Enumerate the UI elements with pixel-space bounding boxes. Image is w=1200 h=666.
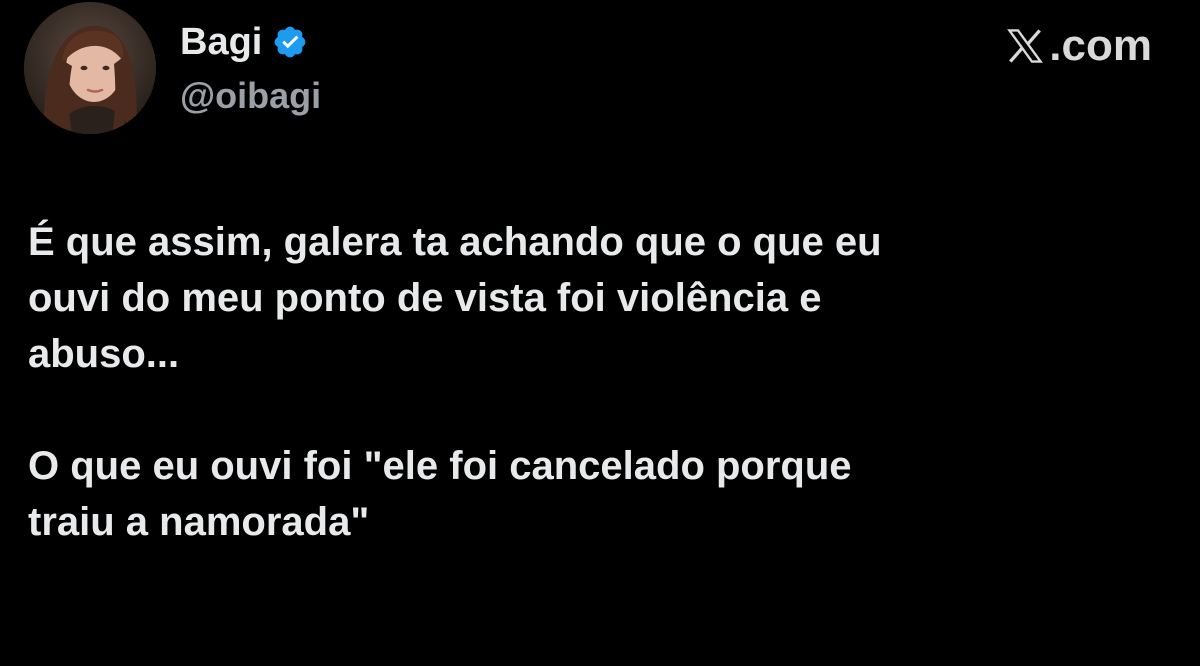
- author-name-row: Bagi: [180, 18, 308, 66]
- tweet-text: É que assim, galera ta achando que o que…: [28, 214, 1168, 550]
- watermark-domain-text: .com: [1049, 21, 1152, 70]
- verified-badge-icon: [272, 24, 308, 60]
- tweet-paragraph: É que assim, galera ta achando que o que…: [28, 220, 882, 376]
- user-handle[interactable]: @oibagi: [180, 74, 321, 118]
- profile-avatar-image: [24, 2, 156, 134]
- avatar[interactable]: [24, 2, 156, 134]
- tweet-paragraph: O que eu ouvi foi "ele foi cancelado por…: [28, 444, 852, 544]
- x-com-watermark: .com: [1003, 20, 1152, 72]
- display-name[interactable]: Bagi: [180, 18, 262, 66]
- x-logo-icon: [1003, 24, 1047, 68]
